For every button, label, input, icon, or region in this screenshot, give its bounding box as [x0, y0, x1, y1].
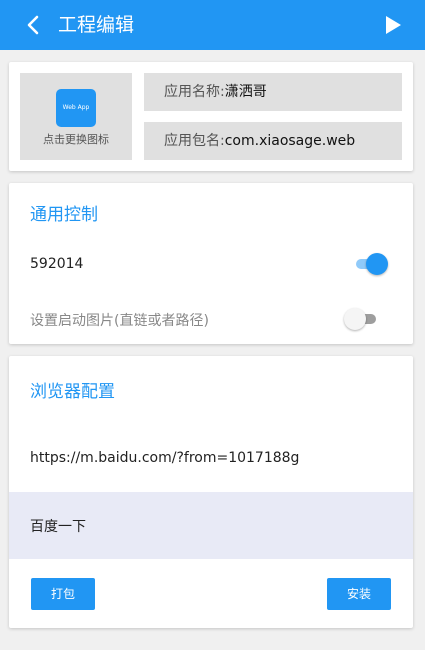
change-icon-button[interactable]: Web App 点击更换图标: [20, 73, 132, 160]
general-section-title: 通用控制: [30, 205, 98, 225]
toggle-thumb: [366, 253, 388, 275]
package-name-field[interactable]: 应用包名:com.xiaosage.web: [144, 122, 402, 160]
app-name-field[interactable]: 应用名称:潇洒哥: [144, 73, 402, 111]
chevron-left-icon[interactable]: [22, 12, 46, 38]
toggle-thumb: [344, 308, 366, 330]
app-info-card: Web App 点击更换图标 应用名称:潇洒哥 应用包名:com.xiaosag…: [9, 62, 413, 171]
package-name-value: com.xiaosage.web: [224, 133, 356, 149]
page-title: 工程编辑: [58, 14, 135, 36]
app-name-value: 潇洒哥: [224, 84, 267, 100]
switch-1-toggle[interactable]: [354, 253, 388, 275]
play-icon[interactable]: [383, 13, 403, 37]
splash-image-toggle[interactable]: [344, 308, 378, 330]
install-button[interactable]: 安装: [327, 578, 391, 610]
package-name-label: 应用包名:: [164, 133, 225, 149]
pack-button[interactable]: 打包: [31, 578, 95, 610]
app-name-label: 应用名称:: [164, 84, 225, 100]
browser-config-card: 浏览器配置 https://m.baidu.com/?from=1017188g…: [9, 356, 413, 628]
app-icon: Web App: [56, 89, 96, 127]
splash-image-switch-label: 设置启动图片(直链或者路径): [30, 313, 209, 329]
general-control-card: 通用控制 592014 设置启动图片(直链或者路径): [9, 183, 413, 344]
switch-1-label: 592014: [30, 256, 84, 272]
search-row[interactable]: 百度一下: [9, 492, 413, 559]
url-field[interactable]: https://m.baidu.com/?from=1017188g: [30, 450, 299, 466]
search-row-label: 百度一下: [30, 519, 86, 535]
browser-section-title: 浏览器配置: [30, 382, 115, 402]
app-bar: 工程编辑: [0, 0, 425, 50]
change-icon-label: 点击更换图标: [43, 133, 109, 146]
